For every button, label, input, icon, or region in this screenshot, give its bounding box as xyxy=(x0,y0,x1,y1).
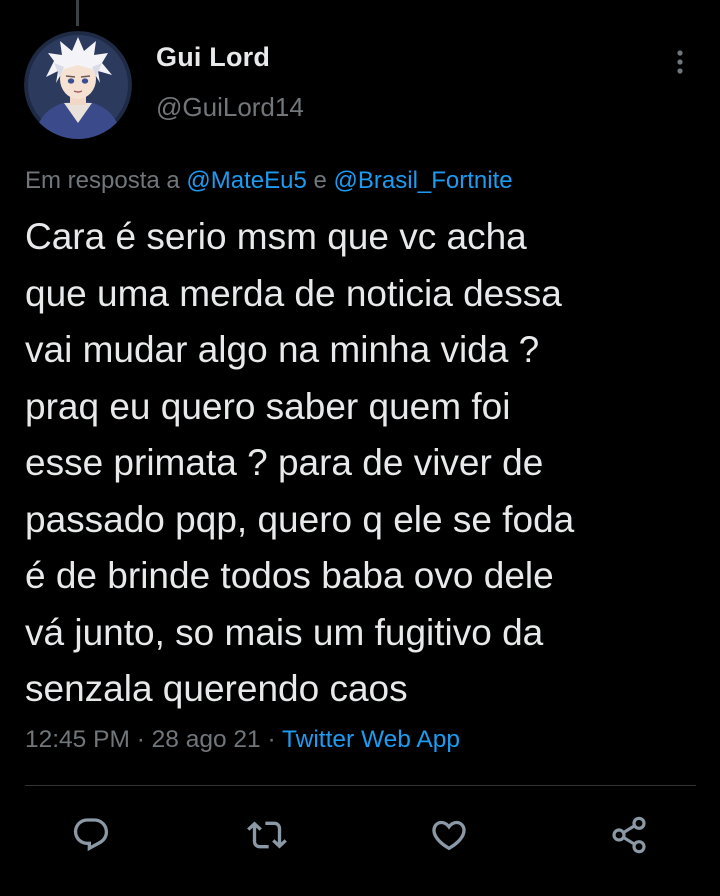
thread-connector-line xyxy=(76,0,79,26)
avatar[interactable] xyxy=(24,31,132,139)
more-vertical-icon xyxy=(677,50,683,74)
more-options-button[interactable] xyxy=(664,42,696,82)
heart-icon xyxy=(432,820,466,851)
like-button[interactable] xyxy=(428,814,470,856)
tweet-text-line: esse primata ? para de viver de xyxy=(25,442,544,483)
tweet-text-line: é de brinde todos baba ovo dele xyxy=(25,555,554,596)
reply-icon xyxy=(73,818,109,852)
share-icon xyxy=(612,816,646,854)
retweet-button[interactable] xyxy=(246,814,288,856)
tweet-text-line: Cara é serio msm que vc acha xyxy=(25,216,527,257)
reply-context-conjunction: e xyxy=(313,167,327,194)
author-handle[interactable]: @GuiLord14 xyxy=(156,92,304,123)
mention-link-2[interactable]: @Brasil_Fortnite xyxy=(334,167,513,194)
divider xyxy=(25,785,696,786)
tweet-text-line: passado pqp, quero q ele se foda xyxy=(25,498,575,540)
tweet-text-line: vai mudar algo na minha vida ? xyxy=(25,329,540,370)
reply-context: Em resposta a @MateEu5 e @Brasil_Fortnit… xyxy=(25,167,513,195)
tweet-detail-screen: Gui Lord @GuiLord14 Em resposta a @MateE… xyxy=(0,0,720,896)
tweet-source-link[interactable]: Twitter Web App xyxy=(282,726,460,753)
retweet-icon xyxy=(247,821,287,849)
tweet-date[interactable]: 28 ago 21 xyxy=(152,726,261,753)
tweet-metadata: 12:45 PM · 28 ago 21 · Twitter Web App xyxy=(25,726,460,754)
tweet-time[interactable]: 12:45 PM xyxy=(25,726,130,753)
tweet-text-line: que uma merda de noticia dessa xyxy=(25,272,562,314)
tweet-text-line: senzala querendo caos xyxy=(25,668,408,709)
meta-separator: · xyxy=(267,726,276,753)
tweet-text-line: praq eu quero saber quem foi xyxy=(25,385,511,427)
tweet-body: Cara é serio msm que vc acha que uma mer… xyxy=(25,209,705,718)
author-display-name[interactable]: Gui Lord xyxy=(156,42,270,73)
reply-context-prefix: Em resposta a xyxy=(25,167,180,194)
reply-button[interactable] xyxy=(70,814,112,856)
mention-link-1[interactable]: @MateEu5 xyxy=(186,167,306,194)
meta-separator: · xyxy=(136,726,145,753)
share-button[interactable] xyxy=(608,814,650,856)
tweet-text-line: vá junto, so mais um fugitivo da xyxy=(25,611,544,653)
